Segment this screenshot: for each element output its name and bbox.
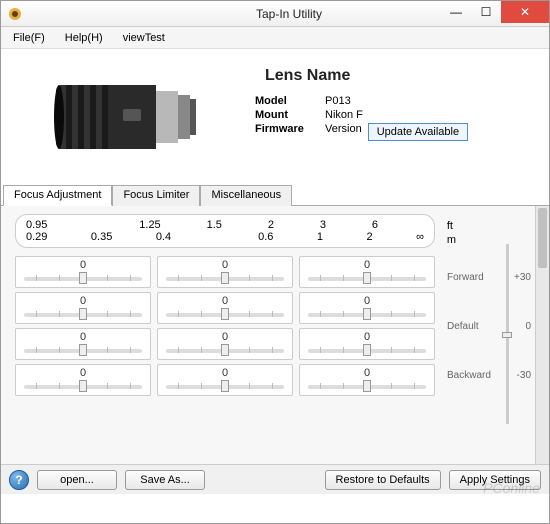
adjustment-slider[interactable]: 0 <box>299 256 435 288</box>
default-label: Default <box>447 321 479 332</box>
model-label: Model <box>255 95 325 107</box>
tab-miscellaneous[interactable]: Miscellaneous <box>200 185 292 206</box>
scale-tick-m: 0.4 <box>156 231 171 243</box>
scale-tick-ft: 1.5 <box>207 219 222 231</box>
adjustment-slider[interactable]: 0 <box>157 256 293 288</box>
menu-viewtest[interactable]: viewTest <box>115 30 173 46</box>
adjustment-slider[interactable]: 0 <box>299 364 435 396</box>
adjustment-slider[interactable]: 0 <box>157 364 293 396</box>
adjustment-slider[interactable]: 0 <box>157 292 293 324</box>
scale-tick-ft: 1.25 <box>139 219 160 231</box>
backward-value: -30 <box>517 370 531 381</box>
save-as-button[interactable]: Save As... <box>125 470 205 490</box>
adjustment-slider[interactable]: 0 <box>299 328 435 360</box>
menu-bar: File(F) Help(H) viewTest <box>1 27 549 49</box>
forward-value: +30 <box>514 272 531 283</box>
title-bar: Tap-In Utility — ☐ ✕ <box>1 1 549 27</box>
menu-file[interactable]: File(F) <box>5 30 53 46</box>
maximize-button[interactable]: ☐ <box>471 1 501 23</box>
help-icon[interactable]: ? <box>9 470 29 490</box>
default-value: 0 <box>525 321 531 332</box>
adjustment-slider[interactable]: 0 <box>157 328 293 360</box>
direction-slider[interactable] <box>506 244 509 424</box>
scale-tick-m: 0.35 <box>91 231 112 243</box>
firmware-label: Firmware <box>255 123 325 141</box>
firmware-value: Version <box>325 123 362 141</box>
slider-value: 0 <box>166 259 284 271</box>
slider-value: 0 <box>166 295 284 307</box>
minimize-button[interactable]: — <box>441 1 471 23</box>
lens-panel: Lens Name ModelP013 MountNikon F Firmwar… <box>1 49 549 184</box>
update-available-button[interactable]: Update Available <box>368 123 468 141</box>
slider-value: 0 <box>24 331 142 343</box>
forward-label: Forward <box>447 272 484 283</box>
adjustment-slider[interactable]: 0 <box>299 292 435 324</box>
scale-tick-ft: 2 <box>268 219 274 231</box>
tab-focus-limiter[interactable]: Focus Limiter <box>112 185 200 206</box>
restore-defaults-button[interactable]: Restore to Defaults <box>325 470 441 490</box>
open-button[interactable]: open... <box>37 470 117 490</box>
slider-value: 0 <box>166 367 284 379</box>
mount-label: Mount <box>255 109 325 121</box>
scale-tick-ft: 6 <box>372 219 378 231</box>
backward-label: Backward <box>447 370 491 381</box>
slider-value: 0 <box>24 259 142 271</box>
focus-adjustment-panel: 0.951.251.5236 0.290.350.40.612∞ ft m 00… <box>1 206 549 464</box>
model-value: P013 <box>325 95 351 107</box>
close-button[interactable]: ✕ <box>501 1 549 23</box>
mount-value: Nikon F <box>325 109 363 121</box>
scale-tick-m: 2 <box>366 231 372 243</box>
tab-focus-adjustment[interactable]: Focus Adjustment <box>3 185 112 206</box>
app-icon <box>7 6 23 22</box>
direction-indicator: Forward +30 Default 0 Backward -30 <box>439 214 539 456</box>
slider-value: 0 <box>308 331 426 343</box>
adjustment-slider[interactable]: 0 <box>15 292 151 324</box>
menu-help[interactable]: Help(H) <box>57 30 111 46</box>
slider-value: 0 <box>308 367 426 379</box>
adjustment-slider[interactable]: 0 <box>15 328 151 360</box>
scale-tick-m: 1 <box>317 231 323 243</box>
lens-name-heading: Lens Name <box>265 67 525 85</box>
lens-image <box>15 57 245 176</box>
scale-tick-m: ∞ <box>416 231 424 243</box>
adjustment-slider[interactable]: 0 <box>15 256 151 288</box>
scale-tick-m: 0.29 <box>26 231 47 243</box>
tab-bar: Focus Adjustment Focus Limiter Miscellan… <box>1 184 549 206</box>
lens-info: Lens Name ModelP013 MountNikon F Firmwar… <box>245 57 535 176</box>
slider-value: 0 <box>308 295 426 307</box>
slider-value: 0 <box>24 295 142 307</box>
vertical-scrollbar[interactable] <box>535 206 549 464</box>
scale-tick-ft: 0.95 <box>26 219 47 231</box>
distance-scale: 0.951.251.5236 0.290.350.40.612∞ ft m <box>15 214 435 248</box>
slider-value: 0 <box>24 367 142 379</box>
slider-value: 0 <box>166 331 284 343</box>
slider-value: 0 <box>308 259 426 271</box>
scale-tick-ft: 3 <box>320 219 326 231</box>
bottom-toolbar: ? open... Save As... Restore to Defaults… <box>1 464 549 494</box>
adjustment-slider[interactable]: 0 <box>15 364 151 396</box>
scale-tick-m: 0.6 <box>258 231 273 243</box>
apply-settings-button[interactable]: Apply Settings <box>449 470 541 490</box>
